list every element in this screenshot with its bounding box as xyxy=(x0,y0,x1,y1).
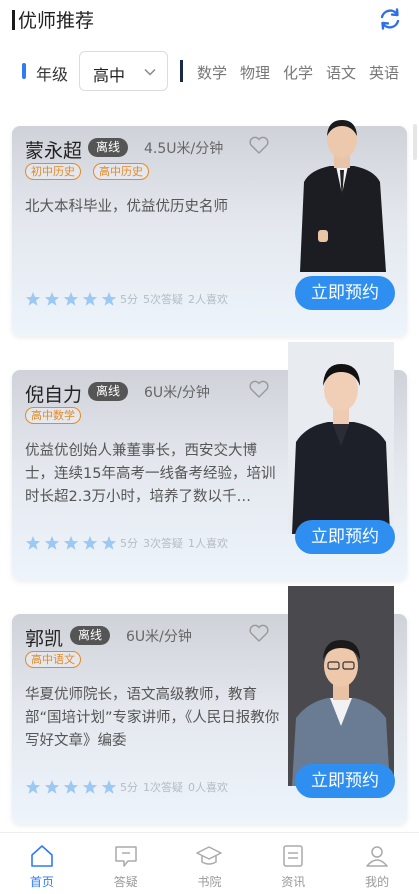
title-bar-mark xyxy=(12,10,15,30)
star-icon xyxy=(44,780,60,794)
tab-label: 书院 xyxy=(197,875,222,889)
subject-tab-chemistry[interactable]: 化学 xyxy=(283,62,326,83)
graduation-cap-icon xyxy=(196,846,223,865)
price-text: 4.5U米/分钟 xyxy=(144,141,224,157)
rating-score: 5分 xyxy=(120,781,138,794)
subject-tags: 高中语文 xyxy=(25,651,81,668)
subject-tab-english[interactable]: 英语 xyxy=(369,62,412,83)
profile-icon xyxy=(366,846,388,867)
answer-count: 1次答疑 xyxy=(143,781,183,794)
tab-profile[interactable]: 我的 xyxy=(335,833,419,894)
star-icon xyxy=(101,780,117,794)
teacher-name: 郭凯 xyxy=(25,628,64,650)
header: 优师推荐 xyxy=(0,0,419,40)
star-icon xyxy=(101,536,117,550)
subject-tag: 高中数学 xyxy=(25,407,81,424)
refresh-icon[interactable] xyxy=(377,6,403,32)
star-icon xyxy=(101,292,117,306)
teacher-description: 优益优创始人兼董事长，西安交大博士，连续15年高考一线备考经验，培训时长超2.3… xyxy=(25,443,276,505)
teacher-photo xyxy=(288,586,394,786)
subject-tab-math[interactable]: 数学 xyxy=(197,62,240,83)
subject-tags: 高中数学 xyxy=(25,407,81,424)
like-count: 2人喜欢 xyxy=(188,293,228,306)
subject-tags: 初中历史 高中历史 xyxy=(25,163,149,180)
teacher-description: 华夏优师院长，语文高级教师，教育部“国培计划”专家讲师，《人民日报教你写好文章》… xyxy=(25,687,280,749)
chevron-down-icon xyxy=(144,68,156,76)
news-icon xyxy=(283,845,304,867)
rating-score: 5分 xyxy=(120,293,138,306)
price-text: 6U米/分钟 xyxy=(144,385,210,401)
book-now-button[interactable]: 立即预约 xyxy=(295,520,395,554)
bottom-tab-bar: 首页 答疑 书院 资讯 我的 xyxy=(0,832,419,894)
tab-qa[interactable]: 答疑 xyxy=(84,833,168,894)
status-badge: 离线 xyxy=(70,626,111,645)
tab-label: 我的 xyxy=(365,875,390,889)
subject-tabs: 数学 物理 化学 语文 英语 xyxy=(197,62,412,83)
heart-icon[interactable] xyxy=(248,135,270,155)
tab-news[interactable]: 资讯 xyxy=(251,833,335,894)
teacher-photo xyxy=(300,120,386,272)
status-badge: 离线 xyxy=(88,382,129,401)
teacher-card[interactable]: 郭凯 离线 6U米/分钟 高中语文 华夏优师院长，语文高级教师，教育部“国培计划… xyxy=(12,586,407,824)
star-icon xyxy=(25,536,41,550)
subject-tag: 初中历史 xyxy=(25,163,81,180)
answer-count: 3次答疑 xyxy=(143,537,183,550)
tab-label: 首页 xyxy=(29,875,54,889)
teacher-name: 蒙永超 xyxy=(25,140,83,162)
star-icon xyxy=(63,292,79,306)
heart-icon[interactable] xyxy=(248,379,270,399)
like-count: 1人喜欢 xyxy=(188,537,228,550)
tab-academy[interactable]: 书院 xyxy=(168,833,252,894)
status-badge: 离线 xyxy=(88,138,129,157)
filter-divider xyxy=(180,60,183,82)
grade-select[interactable]: 高中 xyxy=(79,51,168,91)
tab-label: 资讯 xyxy=(281,875,306,889)
teacher-card[interactable]: 倪自力 离线 6U米/分钟 高中数学 优益优创始人兼董事长，西安交大博士，连续1… xyxy=(12,342,407,580)
grade-select-value: 高中 xyxy=(93,66,126,85)
price-text: 6U米/分钟 xyxy=(126,629,192,645)
rating-row: 5分 1次答疑 0人喜欢 xyxy=(25,779,228,795)
star-icon xyxy=(63,536,79,550)
book-now-button[interactable]: 立即预约 xyxy=(295,764,395,798)
subject-tag: 高中历史 xyxy=(93,163,149,180)
page-title: 优师推荐 xyxy=(18,10,95,32)
chat-icon xyxy=(114,846,137,867)
subject-tag: 高中语文 xyxy=(25,651,81,668)
teacher-photo xyxy=(288,342,394,534)
like-count: 0人喜欢 xyxy=(188,781,228,794)
heart-icon[interactable] xyxy=(248,623,270,643)
teacher-card[interactable]: 蒙永超 离线 4.5U米/分钟 初中历史 高中历史 北大本科毕业，优益优历史名师… xyxy=(12,120,407,336)
tab-home[interactable]: 首页 xyxy=(0,833,84,894)
rating-row: 5分 5次答疑 2人喜欢 xyxy=(25,291,228,307)
star-icon xyxy=(63,780,79,794)
star-icon xyxy=(44,536,60,550)
star-icon xyxy=(25,292,41,306)
answer-count: 5次答疑 xyxy=(143,293,183,306)
star-icon xyxy=(25,780,41,794)
home-icon xyxy=(31,845,53,867)
rating-row: 5分 3次答疑 1人喜欢 xyxy=(25,535,228,551)
teacher-name: 倪自力 xyxy=(25,384,83,406)
tab-label: 答疑 xyxy=(113,875,138,889)
filter-bar: 年级 高中 数学 物理 化学 语文 英语 xyxy=(0,50,419,94)
star-icon xyxy=(82,536,98,550)
star-icon xyxy=(82,292,98,306)
teacher-description: 北大本科毕业，优益优历史名师 xyxy=(25,199,228,215)
star-icon xyxy=(82,780,98,794)
book-now-button[interactable]: 立即预约 xyxy=(295,276,395,310)
subject-tab-physics[interactable]: 物理 xyxy=(240,62,283,83)
rating-score: 5分 xyxy=(120,537,138,550)
grade-mark xyxy=(22,63,26,79)
subject-tab-chinese[interactable]: 语文 xyxy=(326,62,369,83)
scrollbar[interactable] xyxy=(413,124,417,160)
star-icon xyxy=(44,292,60,306)
grade-label: 年级 xyxy=(36,65,69,84)
